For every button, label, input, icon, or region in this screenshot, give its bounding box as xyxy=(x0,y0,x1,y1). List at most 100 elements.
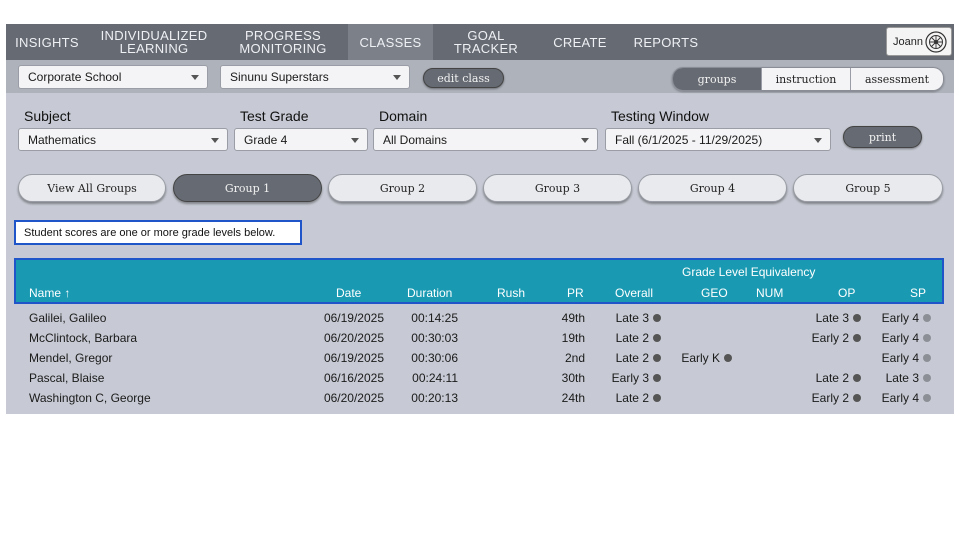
cell-op: Late 3 xyxy=(816,311,861,325)
tab-group-1[interactable]: Group 1 xyxy=(173,174,322,202)
col-date-header[interactable]: Date xyxy=(336,286,361,300)
cell-sp: Early 4 xyxy=(882,391,931,405)
cell-overall-text: Late 2 xyxy=(615,331,649,345)
domain-select-value: All Domains xyxy=(383,132,448,147)
col-pr-header[interactable]: PR xyxy=(567,286,584,300)
nav-reports[interactable]: REPORTS xyxy=(628,24,704,60)
user-menu-button[interactable]: Joann xyxy=(886,27,952,56)
col-rush-header[interactable]: Rush xyxy=(497,286,525,300)
nav-classes[interactable]: CLASSES xyxy=(348,24,433,60)
cell-pr: 49th xyxy=(562,311,585,325)
tab-group-5[interactable]: Group 5 xyxy=(793,174,943,202)
tab-group-3[interactable]: Group 3 xyxy=(483,174,632,202)
cell-name[interactable]: Pascal, Blaise xyxy=(29,371,104,385)
cell-geo: Early K xyxy=(681,351,732,365)
cell-duration: 00:14:25 xyxy=(411,311,458,325)
cell-geo-text: Early K xyxy=(681,351,720,365)
cell-date-text: 06/19/2025 xyxy=(323,351,384,365)
status-dot-icon xyxy=(923,373,931,382)
col-geo-header[interactable]: GEO xyxy=(701,286,728,300)
nav-progress-monitoring[interactable]: PROGRESS MONITORING xyxy=(224,24,342,60)
table-row[interactable]: Galilei, Galileo 06/19/2025 00:14:25 49th La… xyxy=(6,308,954,328)
cell-duration-text: 00:24:11 xyxy=(412,371,458,385)
notice-text: Student scores are one or more grade lev… xyxy=(24,226,276,239)
col-name-header[interactable]: Name ↑ xyxy=(29,286,70,300)
cell-overall-text: Late 2 xyxy=(615,351,649,365)
status-dot-icon xyxy=(653,333,661,342)
view-instruction-tab[interactable]: instruction xyxy=(761,68,850,90)
cell-pr-text: 19th xyxy=(561,331,585,345)
cell-date: 06/19/2025 xyxy=(324,311,384,325)
cell-op-text: Late 2 xyxy=(815,371,849,385)
cell-date-text: 06/16/2025 xyxy=(323,371,384,385)
nav-individualized-learning[interactable]: INDIVIDUALIZED LEARNING xyxy=(94,24,214,60)
cell-name[interactable]: McClintock, Barbara xyxy=(29,331,137,345)
scores-table-header: Grade Level Equivalency Name ↑ Date Dura… xyxy=(14,258,944,304)
print-button[interactable]: print xyxy=(843,126,922,148)
cell-op-text: Early 2 xyxy=(811,391,849,405)
cell-name[interactable]: Mendel, Gregor xyxy=(29,351,112,365)
cell-date: 06/20/2025 xyxy=(324,331,384,345)
nav-create[interactable]: CREATE xyxy=(546,24,614,60)
cell-duration-text: 00:14:25 xyxy=(411,311,458,325)
test-grade-select-value: Grade 4 xyxy=(244,132,288,147)
cell-sp-text: Early 4 xyxy=(881,391,919,405)
status-dot-icon xyxy=(853,373,861,382)
cell-date: 06/19/2025 xyxy=(324,351,384,365)
table-row[interactable]: Pascal, Blaise 06/16/2025 00:24:11 30th Earl… xyxy=(6,368,954,388)
cell-duration: 00:30:03 xyxy=(411,331,458,345)
tab-group-4[interactable]: Group 4 xyxy=(638,174,787,202)
cell-pr: 30th xyxy=(562,371,585,385)
view-groups-tab[interactable]: groups xyxy=(673,68,761,90)
domain-select[interactable]: All Domains xyxy=(373,128,598,151)
cell-overall: Late 3 xyxy=(616,311,661,325)
test-grade-label: Test Grade xyxy=(240,108,309,124)
col-sp-header[interactable]: SP xyxy=(910,286,926,300)
cell-op-text: Late 3 xyxy=(815,311,849,325)
cell-name-text: McClintock, Barbara xyxy=(29,331,138,345)
cell-sp-text: Late 3 xyxy=(885,371,919,385)
tab-view-all-groups[interactable]: View All Groups xyxy=(18,174,166,202)
col-overall-header[interactable]: Overall xyxy=(615,286,653,300)
cell-name[interactable]: Washington C, George xyxy=(29,391,151,405)
cell-date: 06/20/2025 xyxy=(324,391,384,405)
cell-name-text: Washington C, George xyxy=(29,391,151,405)
cell-date: 06/16/2025 xyxy=(324,371,384,385)
col-duration-header[interactable]: Duration xyxy=(407,286,452,300)
table-row[interactable]: Washington C, George 06/20/2025 00:20:13 24… xyxy=(6,388,954,408)
chevron-down-icon xyxy=(211,137,219,143)
cell-sp-text: Early 4 xyxy=(881,311,919,325)
table-row[interactable]: Mendel, Gregor 06/19/2025 00:30:06 2nd Late … xyxy=(6,348,954,368)
school-select-value: Corporate School xyxy=(28,70,122,84)
col-num-header[interactable]: NUM xyxy=(756,286,783,300)
cell-duration: 00:24:11 xyxy=(412,371,458,385)
test-grade-select[interactable]: Grade 4 xyxy=(234,128,368,151)
subject-select[interactable]: Mathematics xyxy=(18,128,228,151)
status-dot-icon xyxy=(923,393,931,402)
status-dot-icon xyxy=(923,313,931,322)
table-row[interactable]: McClintock, Barbara 06/20/2025 00:30:03 19t… xyxy=(6,328,954,348)
cell-pr: 19th xyxy=(562,331,585,345)
tab-group-2[interactable]: Group 2 xyxy=(328,174,477,202)
cell-sp: Early 4 xyxy=(882,331,931,345)
status-dot-icon xyxy=(653,353,661,362)
testing-window-select-value: Fall (6/1/2025 - 11/29/2025) xyxy=(615,132,763,147)
group-criteria-notice: Student scores are one or more grade lev… xyxy=(14,220,302,245)
view-assessment-tab[interactable]: assessment xyxy=(850,68,943,90)
nav-goal-tracker[interactable]: GOAL TRACKER xyxy=(434,24,538,60)
chevron-down-icon xyxy=(351,137,359,143)
col-op-header[interactable]: OP xyxy=(838,286,855,300)
school-select[interactable]: Corporate School xyxy=(18,65,208,89)
cell-pr: 2nd xyxy=(565,351,585,365)
edit-class-button[interactable]: edit class xyxy=(423,68,504,88)
class-select-value: Sinunu Superstars xyxy=(230,70,329,84)
cell-overall-text: Early 3 xyxy=(611,371,649,385)
cell-name[interactable]: Galilei, Galileo xyxy=(29,311,106,325)
cell-date-text: 06/19/2025 xyxy=(323,311,384,325)
nav-insights[interactable]: INSIGHTS xyxy=(6,24,88,60)
testing-window-select[interactable]: Fall (6/1/2025 - 11/29/2025) xyxy=(605,128,831,151)
cell-op: Early 2 xyxy=(812,391,861,405)
class-select[interactable]: Sinunu Superstars xyxy=(220,65,410,89)
status-dot-icon xyxy=(923,353,931,362)
cell-op-text: Early 2 xyxy=(811,331,849,345)
